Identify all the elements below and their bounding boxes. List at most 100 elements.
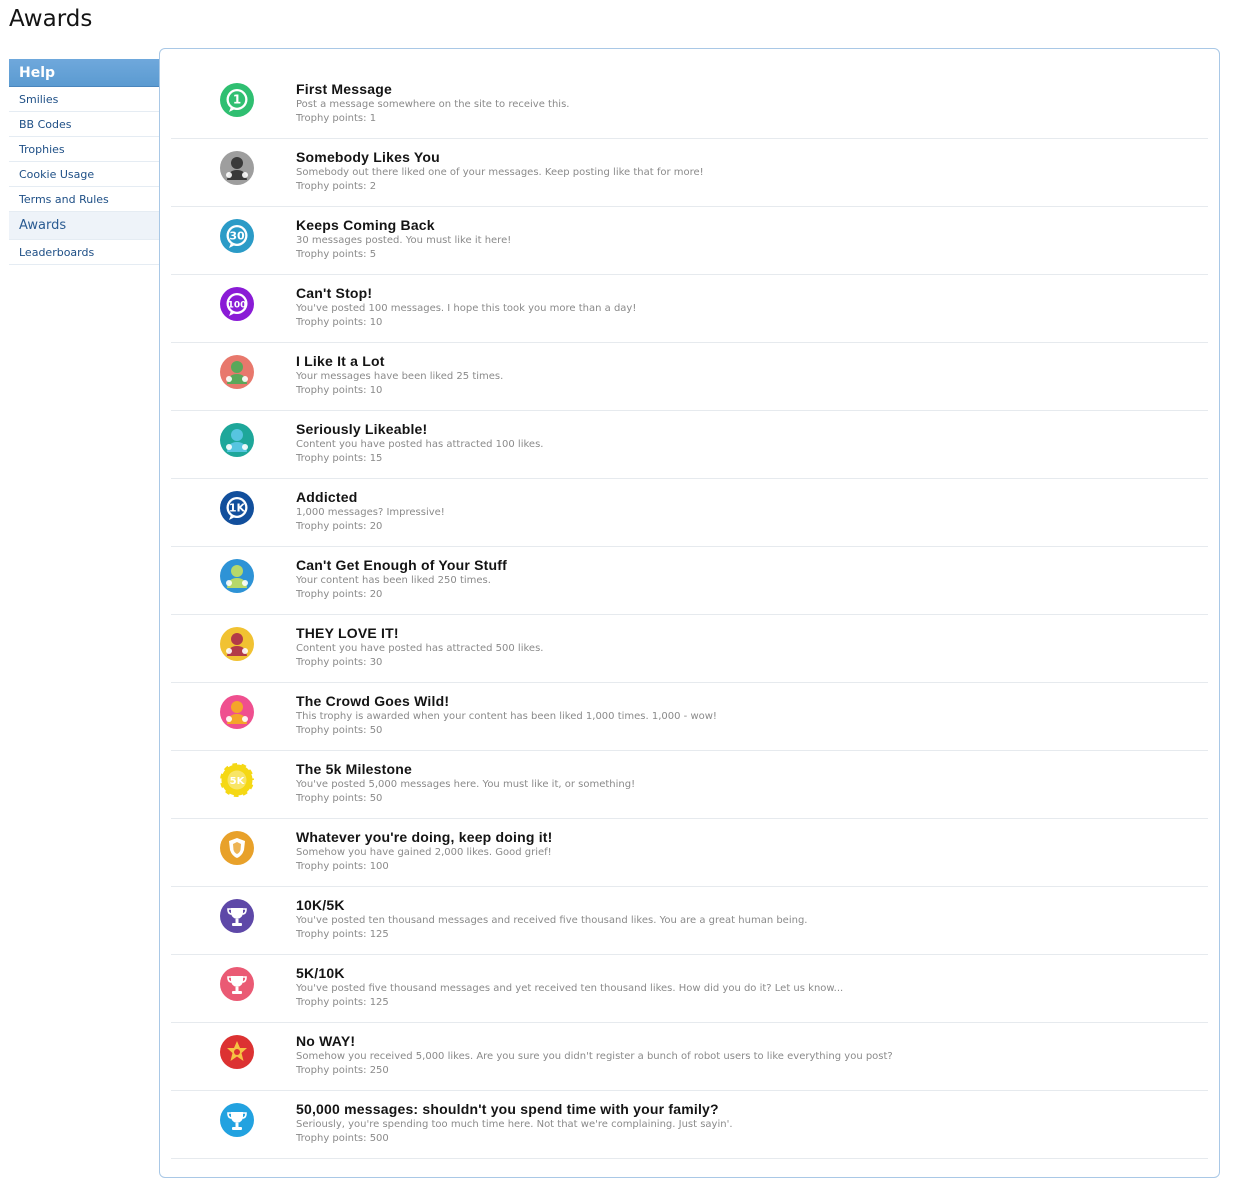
person-teal-icon xyxy=(220,423,254,457)
award-points: Trophy points: 250 xyxy=(296,1065,389,1076)
award-description: 1,000 messages? Impressive! xyxy=(296,507,445,518)
award-row: 100 Can't Stop! You've posted 100 message… xyxy=(171,275,1208,343)
award-description: You've posted 5,000 messages here. You m… xyxy=(296,779,636,790)
award-points: Trophy points: 125 xyxy=(296,929,389,940)
award-title: 10K/5K xyxy=(296,897,345,913)
badge-glyph: 30 xyxy=(229,230,245,243)
award-text: I Like It a Lot Your messages have been l… xyxy=(296,353,1198,398)
award-row: THEY LOVE IT! Content you have posted has… xyxy=(171,615,1208,683)
sidebar-item-cookie-usage[interactable]: Cookie Usage xyxy=(9,162,159,187)
award-points: Trophy points: 100 xyxy=(296,861,389,872)
award-text: Can't Stop! You've posted 100 messages. I… xyxy=(296,285,1198,330)
award-points: Trophy points: 5 xyxy=(296,249,377,260)
award-description: Content you have posted has attracted 50… xyxy=(296,643,544,654)
award-text: THEY LOVE IT! Content you have posted has… xyxy=(296,625,1198,670)
award-description: Somehow you received 5,000 likes. Are yo… xyxy=(296,1051,893,1062)
award-title: I Like It a Lot xyxy=(296,353,385,369)
award-row: 1K Addicted 1,000 messages? Impressive! Tr… xyxy=(171,479,1208,547)
award-text: The 5k Milestone You've posted 5,000 mess… xyxy=(296,761,1198,806)
award-row: The Crowd Goes Wild! This trophy is award… xyxy=(171,683,1208,751)
award-description: Your messages have been liked 25 times. xyxy=(296,371,504,382)
trophy-blue-icon xyxy=(220,1103,254,1137)
award-row: Somebody Likes You Somebody out there lik… xyxy=(171,139,1208,207)
award-title: Can't Stop! xyxy=(296,285,373,301)
award-title: The 5k Milestone xyxy=(296,761,413,777)
award-title: Addicted xyxy=(296,489,358,505)
award-points: Trophy points: 500 xyxy=(296,1133,389,1144)
award-title: No WAY! xyxy=(296,1033,356,1049)
badge-glyph: 1 xyxy=(233,93,241,107)
sidebar-item-terms-and-rules[interactable]: Terms and Rules xyxy=(9,187,159,212)
award-row: I Like It a Lot Your messages have been l… xyxy=(171,343,1208,411)
award-text: Seriously Likeable! Content you have post… xyxy=(296,421,1198,466)
award-text: Keeps Coming Back 30 messages posted. You… xyxy=(296,217,1198,262)
award-title: Somebody Likes You xyxy=(296,149,440,165)
award-description: You've posted 100 messages. I hope this … xyxy=(296,303,637,314)
award-text: Whatever you're doing, keep doing it! Som… xyxy=(296,829,1198,874)
award-points: Trophy points: 50 xyxy=(296,725,383,736)
speech-bubble-100-icon: 100 xyxy=(220,287,254,321)
award-row: No WAY! Somehow you received 5,000 likes.… xyxy=(171,1023,1208,1091)
sidebar-item-trophies[interactable]: Trophies xyxy=(9,137,159,162)
sheriff-badge-icon xyxy=(220,1035,254,1069)
speech-bubble-1-icon: 1 xyxy=(220,83,254,117)
award-points: Trophy points: 50 xyxy=(296,793,383,804)
award-row: 5K/10K You've posted five thousand messag… xyxy=(171,955,1208,1023)
trophy-purple-icon xyxy=(220,899,254,933)
award-description: Somebody out there liked one of your mes… xyxy=(296,167,704,178)
award-description: Your content has been liked 250 times. xyxy=(296,575,491,586)
award-text: 5K/10K You've posted five thousand messag… xyxy=(296,965,1198,1010)
award-points: Trophy points: 15 xyxy=(296,453,383,464)
speech-bubble-1k-icon: 1K xyxy=(220,491,254,525)
award-row: 10K/5K You've posted ten thousand message… xyxy=(171,887,1208,955)
award-title: THEY LOVE IT! xyxy=(296,625,399,641)
award-description: You've posted ten thousand messages and … xyxy=(296,915,808,926)
person-maroon-icon xyxy=(220,627,254,661)
badge-glyph: 100 xyxy=(228,301,247,311)
person-green-icon xyxy=(220,355,254,389)
award-text: Addicted 1,000 messages? Impressive! Troph… xyxy=(296,489,1198,534)
award-title: 50,000 messages: shouldn't you spend tim… xyxy=(296,1101,719,1117)
award-points: Trophy points: 20 xyxy=(296,521,383,532)
award-row: 50,000 messages: shouldn't you spend tim… xyxy=(171,1091,1208,1159)
award-list: 1 First Message Post a message somewhere … xyxy=(171,71,1208,1159)
award-points: Trophy points: 2 xyxy=(296,181,377,192)
award-title: Whatever you're doing, keep doing it! xyxy=(296,829,553,845)
sidebar-header: Help xyxy=(9,59,159,87)
award-row: Can't Get Enough of Your Stuff Your conte… xyxy=(171,547,1208,615)
awards-panel: 1 First Message Post a message somewhere … xyxy=(159,48,1220,1178)
award-title: The Crowd Goes Wild! xyxy=(296,693,450,709)
sidebar-item-awards[interactable]: Awards xyxy=(9,212,159,240)
award-text: 50,000 messages: shouldn't you spend tim… xyxy=(296,1101,1198,1146)
award-text: No WAY! Somehow you received 5,000 likes.… xyxy=(296,1033,1198,1078)
police-badge-icon xyxy=(220,831,254,865)
person-blue-icon xyxy=(220,559,254,593)
award-description: Content you have posted has attracted 10… xyxy=(296,439,544,450)
page-title: Awards xyxy=(9,6,93,32)
award-text: First Message Post a message somewhere on… xyxy=(296,81,1198,126)
trophy-pink-icon xyxy=(220,967,254,1001)
award-description: You've posted five thousand messages and… xyxy=(296,983,844,994)
award-points: Trophy points: 30 xyxy=(296,657,383,668)
person-grey-icon xyxy=(220,151,254,185)
award-points: Trophy points: 125 xyxy=(296,997,389,1008)
award-row: 1 First Message Post a message somewhere … xyxy=(171,71,1208,139)
award-row: 30 Keeps Coming Back 30 messages posted. … xyxy=(171,207,1208,275)
badge-glyph: 5K xyxy=(230,776,246,787)
poker-chip-5k-icon: 5K xyxy=(220,763,254,797)
award-row: Whatever you're doing, keep doing it! Som… xyxy=(171,819,1208,887)
award-row: 5K The 5k Milestone You've posted 5,000 m… xyxy=(171,751,1208,819)
award-text: The Crowd Goes Wild! This trophy is award… xyxy=(296,693,1198,738)
award-title: 5K/10K xyxy=(296,965,345,981)
speech-bubble-30-icon: 30 xyxy=(220,219,254,253)
badge-glyph: 1K xyxy=(229,502,246,515)
award-description: Post a message somewhere on the site to … xyxy=(296,99,570,110)
person-orange-icon xyxy=(220,695,254,729)
award-description: This trophy is awarded when your content… xyxy=(296,711,717,722)
award-points: Trophy points: 1 xyxy=(296,113,377,124)
award-title: First Message xyxy=(296,81,392,97)
sidebar-item-leaderboards[interactable]: Leaderboards xyxy=(9,240,159,265)
award-text: 10K/5K You've posted ten thousand message… xyxy=(296,897,1198,942)
sidebar-item-smilies[interactable]: Smilies xyxy=(9,87,159,112)
sidebar-item-bb-codes[interactable]: BB Codes xyxy=(9,112,159,137)
